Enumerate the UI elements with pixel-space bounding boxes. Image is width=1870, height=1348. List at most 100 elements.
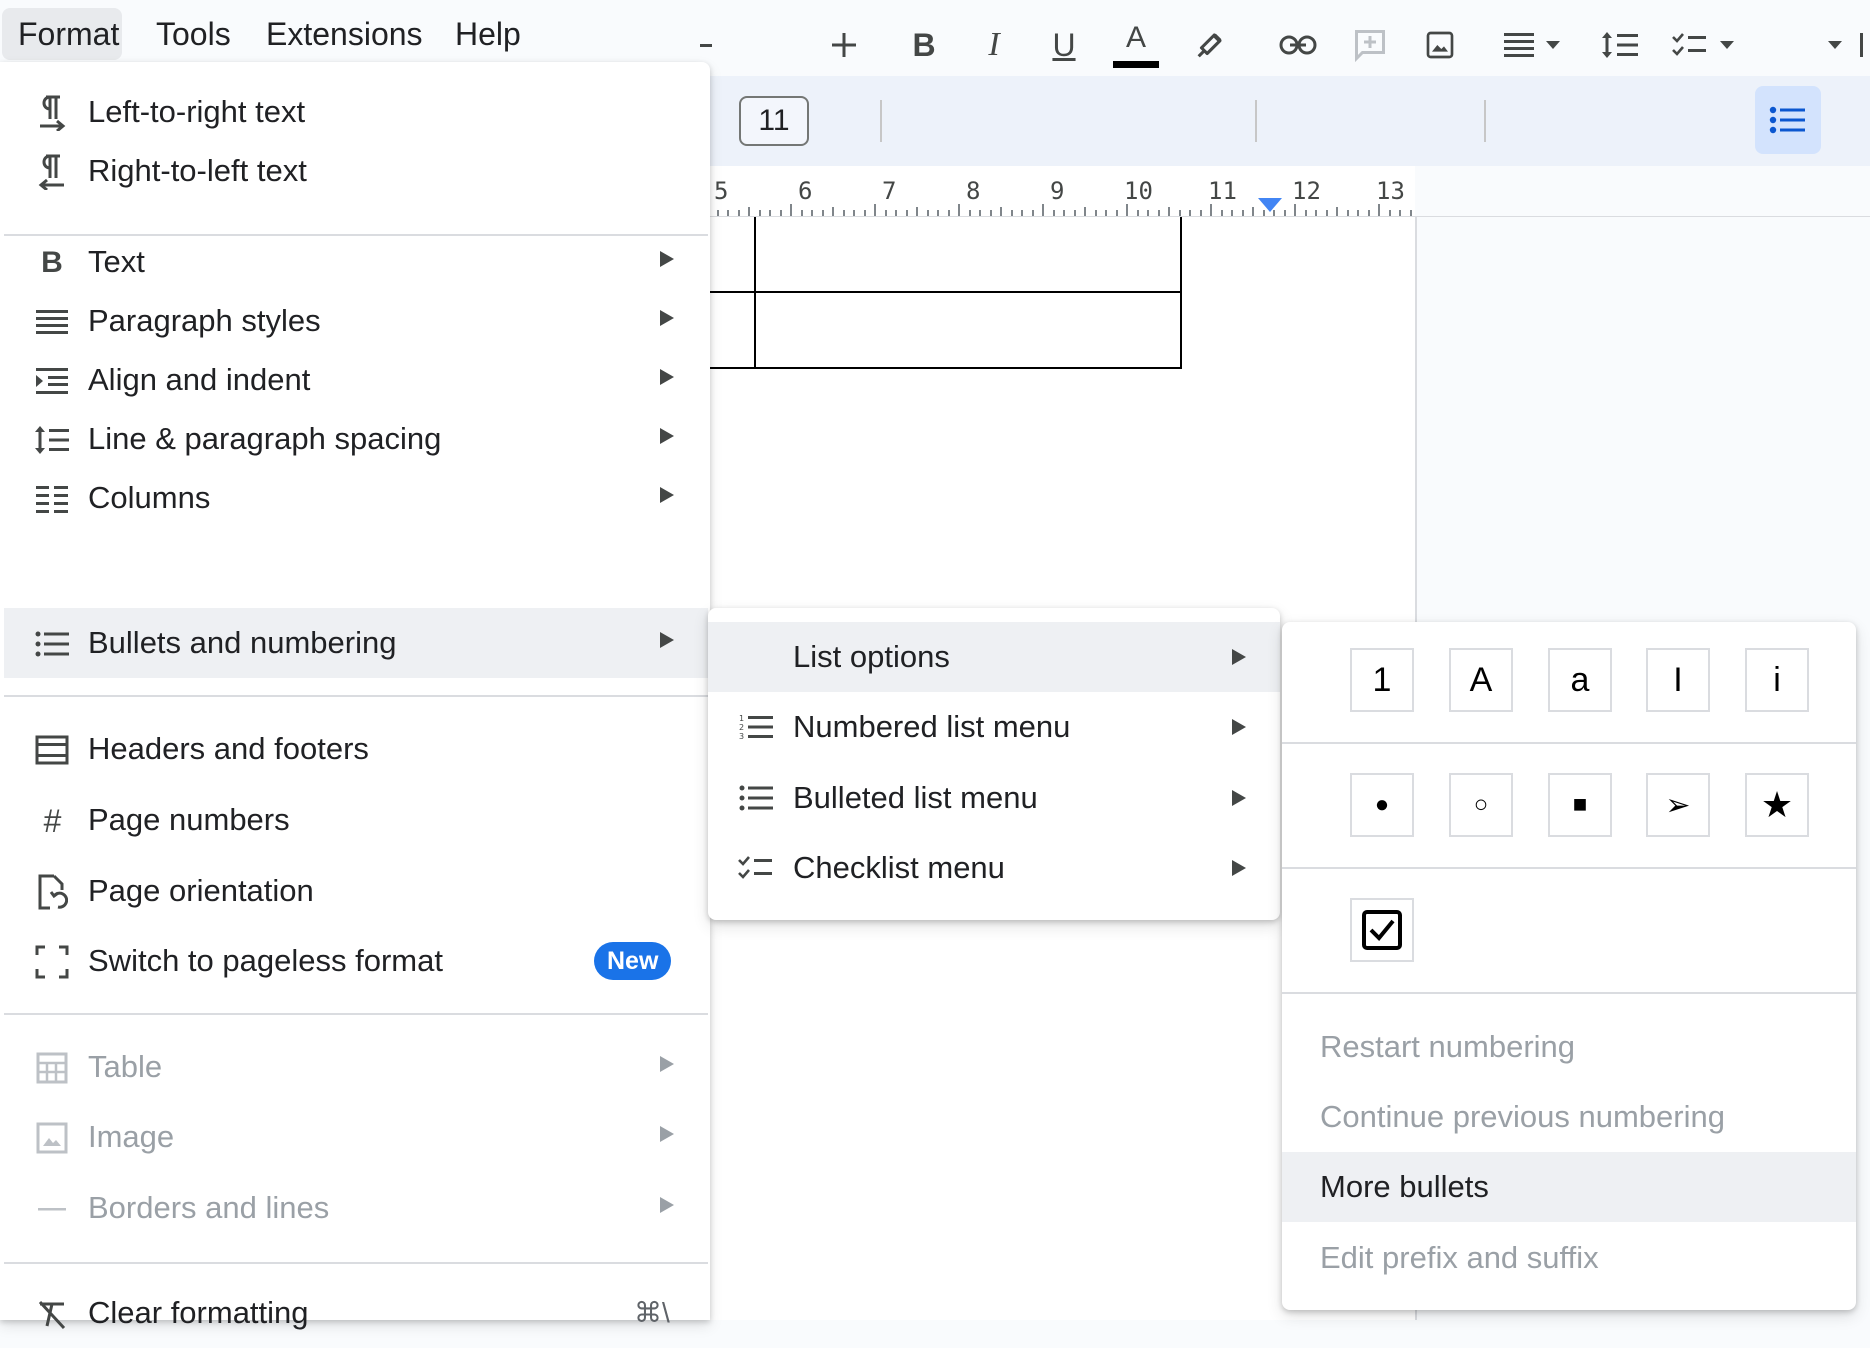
ruler-tick	[1367, 210, 1370, 216]
menu-item-table[interactable]: Table	[4, 1032, 708, 1102]
bold-b-icon: B	[41, 246, 63, 279]
ruler-tick	[832, 207, 834, 216]
submenu-arrow-icon	[1232, 790, 1246, 806]
ruler-tick	[1063, 210, 1065, 216]
edit-prefix-suffix-item[interactable]: Edit prefix and suffix	[1282, 1223, 1856, 1293]
menu-item-bullets-numbering[interactable]: Bullets and numbering	[4, 608, 708, 678]
ruler-tick	[905, 210, 908, 216]
menu-item-columns[interactable]: Columns	[4, 463, 708, 533]
add-comment-icon[interactable]	[1345, 16, 1395, 74]
svg-text:3: 3	[739, 732, 744, 741]
menu-item-borders-lines[interactable]: Borders and lines	[4, 1173, 708, 1243]
plus-icon[interactable]	[822, 16, 866, 74]
bulleted-list-icon[interactable]	[1755, 86, 1821, 154]
table-border	[700, 291, 1182, 293]
restart-numbering-item[interactable]: Restart numbering	[1282, 1012, 1856, 1082]
menu-format[interactable]: Format	[2, 8, 122, 60]
align-icon[interactable]	[1500, 16, 1570, 74]
bullet-style-filled-circle[interactable]: ●	[1350, 773, 1414, 837]
menu-help[interactable]: Help	[439, 8, 537, 60]
submenu-item-numbered-list[interactable]: 123 Numbered list menu	[708, 692, 1280, 762]
ruler-tick	[769, 210, 771, 216]
menu-item-headers-footers[interactable]: Headers and footers	[4, 714, 708, 784]
toolbar-divider	[1255, 100, 1257, 142]
paragraph-styles-icon	[32, 304, 72, 340]
insert-image-icon[interactable]	[1415, 16, 1465, 74]
submenu-item-bulleted-list[interactable]: Bulleted list menu	[708, 763, 1280, 833]
ruler-tick	[1073, 210, 1076, 216]
checklist-icon[interactable]	[1668, 16, 1744, 74]
numbering-style-i[interactable]: i	[1745, 648, 1809, 712]
page-orientation-icon	[32, 874, 72, 910]
ruler-tick	[1126, 204, 1128, 216]
ruler-number: 7	[882, 177, 897, 205]
underline-icon[interactable]: U	[1040, 16, 1088, 74]
bulleted-list-dropdown-icon[interactable]	[1822, 16, 1848, 74]
ruler-tick	[1210, 204, 1212, 216]
ruler-tick	[1283, 210, 1286, 216]
continue-numbering-item[interactable]: Continue previous numbering	[1282, 1082, 1856, 1152]
pageless-icon	[32, 944, 72, 980]
ruler-tick	[947, 210, 950, 216]
submenu-arrow-icon	[1232, 649, 1246, 665]
ruler-tick	[863, 210, 866, 216]
menu-tools[interactable]: Tools	[140, 8, 247, 60]
ruler-tick	[1094, 210, 1097, 216]
font-size-input[interactable]: 11	[739, 96, 809, 146]
ruler-tick	[1409, 210, 1412, 216]
ruler-tick	[884, 210, 887, 216]
ruler-tick	[1042, 204, 1044, 216]
bullet-style-square[interactable]: ■	[1548, 773, 1612, 837]
ruler-number: 11	[1208, 177, 1237, 205]
submenu-item-label: Bulleted list menu	[793, 780, 1038, 815]
submenu-arrow-icon	[1232, 860, 1246, 876]
ruler-tick	[1304, 210, 1307, 216]
menu-item-rtl-text[interactable]: Right-to-left text	[4, 136, 708, 206]
headers-footers-icon	[32, 732, 72, 768]
submenu-item-checklist[interactable]: Checklist menu	[708, 833, 1280, 903]
format-menu: Left-to-right text Right-to-left text B …	[0, 62, 710, 1330]
ruler-margin	[1415, 166, 1870, 217]
menu-item-label: Continue previous numbering	[1320, 1099, 1725, 1134]
line-spacing-icon[interactable]	[1595, 16, 1645, 74]
right-indent-marker[interactable]	[1258, 198, 1282, 212]
bullet-style-star[interactable]: ★	[1745, 773, 1809, 837]
bullet-style-arrow[interactable]: ➢	[1646, 773, 1710, 837]
ruler-tick	[1021, 210, 1023, 216]
menu-item-clear-formatting[interactable]: Clear formatting ⌘\	[4, 1278, 708, 1348]
ruler-tick	[895, 210, 897, 216]
numbering-style-1[interactable]: 1	[1350, 648, 1414, 712]
menu-extensions[interactable]: Extensions	[250, 8, 439, 60]
numbering-style-a[interactable]: a	[1548, 648, 1612, 712]
more-tools-icon[interactable]	[1852, 16, 1870, 74]
checklist-style-checkbox[interactable]	[1350, 898, 1414, 962]
bold-icon[interactable]: B	[900, 16, 948, 74]
ruler-number: 12	[1292, 177, 1321, 205]
menu-item-label: Edit prefix and suffix	[1320, 1240, 1599, 1275]
ruler-tick	[1241, 210, 1244, 216]
menu-item-label: More bullets	[1320, 1169, 1489, 1204]
checkbox-icon	[1362, 910, 1402, 950]
menu-divider	[4, 695, 708, 697]
ruler-number: 9	[1050, 177, 1065, 205]
ltr-text-icon	[32, 95, 72, 131]
bullet-style-hollow-circle[interactable]: ○	[1449, 773, 1513, 837]
submenu-arrow-icon	[660, 251, 674, 267]
menu-item-page-numbers[interactable]: # Page numbers	[4, 785, 708, 855]
numbering-style-I[interactable]: I	[1646, 648, 1710, 712]
text-color-icon[interactable]: A	[1110, 16, 1162, 74]
hash-icon: #	[43, 802, 61, 839]
italic-icon[interactable]: I	[970, 16, 1018, 74]
link-icon[interactable]	[1272, 16, 1324, 74]
menu-item-label: Switch to pageless format	[88, 943, 443, 978]
numbering-style-A[interactable]: A	[1449, 648, 1513, 712]
menu-item-image[interactable]: Image	[4, 1102, 708, 1172]
document-table[interactable]	[700, 217, 1182, 369]
highlight-icon[interactable]	[1185, 16, 1235, 74]
menu-item-page-orientation[interactable]: Page orientation	[4, 856, 708, 926]
checklist-icon	[736, 850, 776, 886]
ruler-tick	[790, 204, 792, 216]
more-bullets-item[interactable]: More bullets	[1282, 1152, 1856, 1222]
menu-item-pageless[interactable]: Switch to pageless format New	[4, 926, 708, 996]
submenu-item-list-options[interactable]: List options	[708, 622, 1280, 692]
